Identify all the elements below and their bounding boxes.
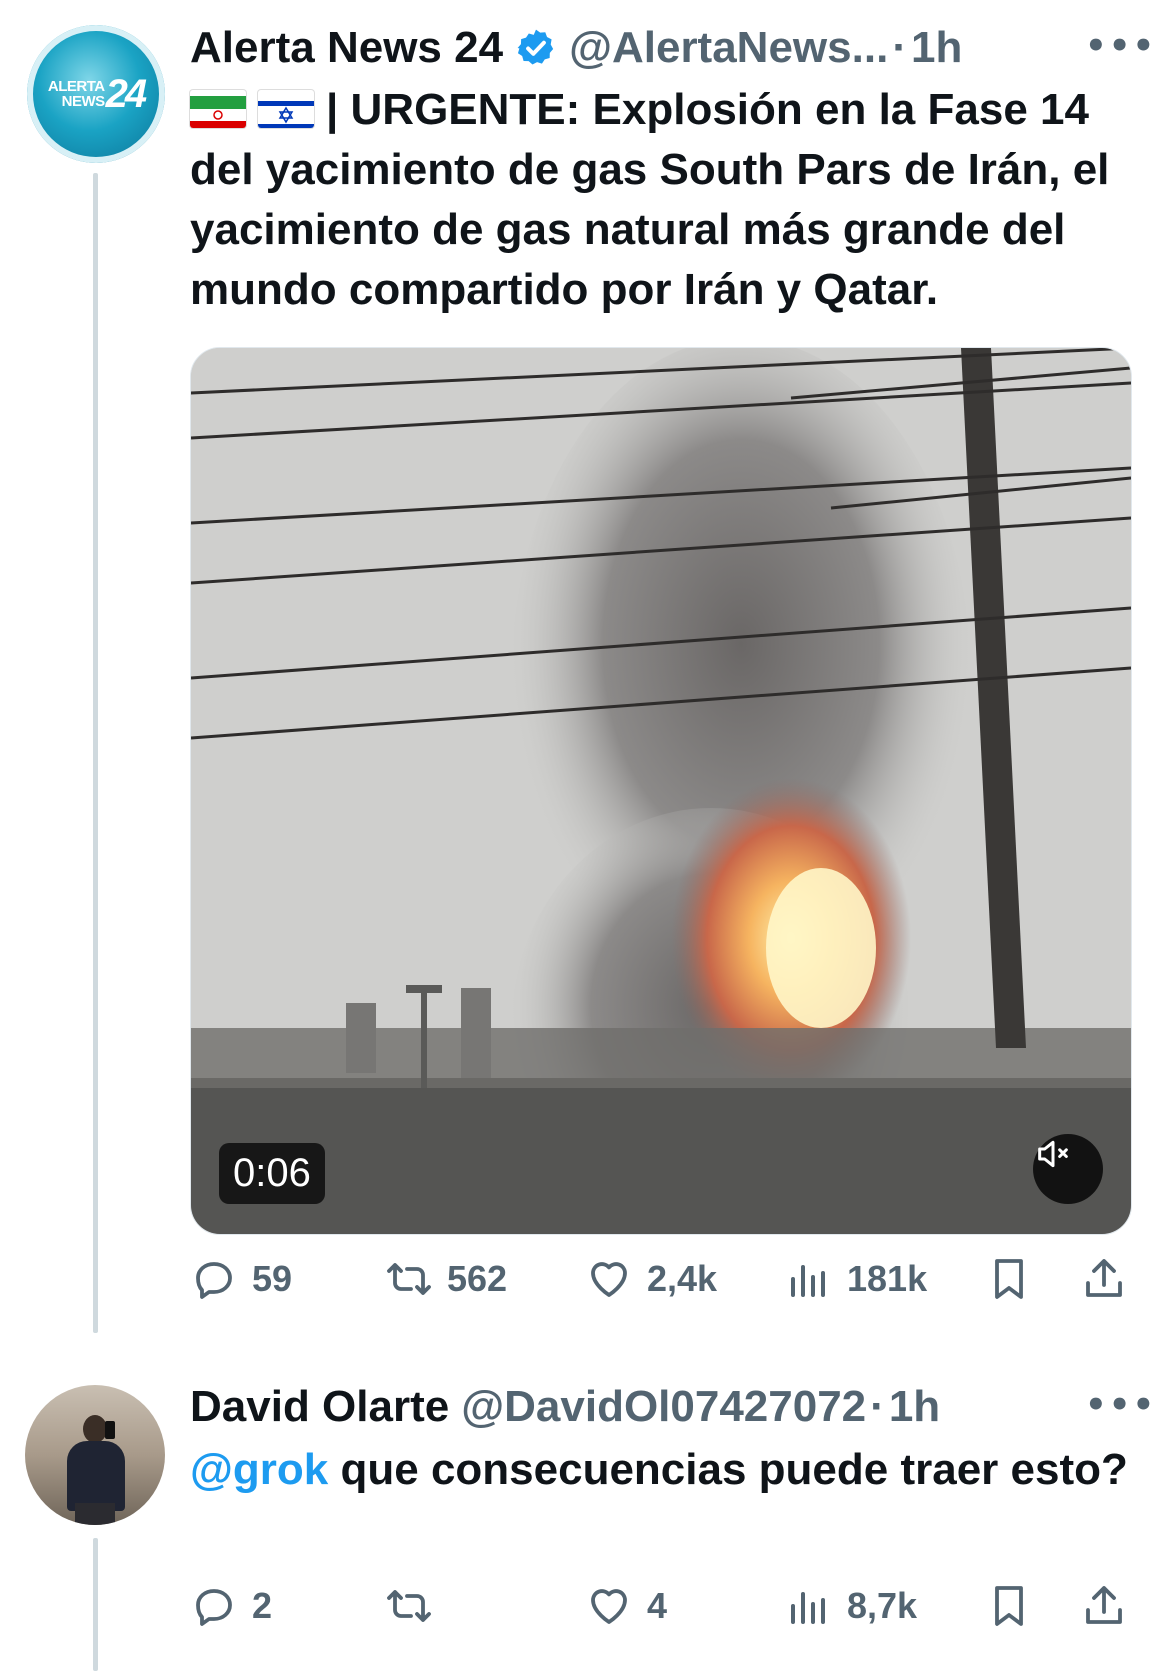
repost-icon (387, 1590, 431, 1622)
avatar[interactable]: ALERTA NEWS 24 (27, 25, 165, 163)
reply-icon (196, 1589, 232, 1626)
bookmark-button[interactable] (985, 1582, 1033, 1630)
heart-icon (591, 1262, 627, 1297)
iran-flag-icon (190, 90, 246, 128)
heart-icon (591, 1589, 627, 1624)
verified-badge-icon (517, 29, 554, 65)
avatar-figure (75, 1503, 115, 1525)
views-button[interactable]: 181k (785, 1255, 927, 1303)
more-options-icon[interactable]: ••• (1085, 26, 1155, 66)
share-icon (1086, 1586, 1122, 1624)
share-icon (1086, 1259, 1122, 1297)
author-handle[interactable]: @AlertaNews... (569, 26, 888, 70)
tweet-actions: 59 562 2,4k 181k (190, 1255, 1130, 1315)
author-name[interactable]: Alerta News 24 (190, 26, 503, 70)
like-button[interactable]: 4 (585, 1582, 667, 1630)
repost-button[interactable]: 562 (385, 1255, 507, 1303)
author-handle[interactable]: @DavidOl07427072 (461, 1385, 866, 1429)
like-button[interactable]: 2,4k (585, 1255, 717, 1303)
separator-dot: · (870, 1382, 885, 1431)
repost-button[interactable] (385, 1582, 433, 1630)
timestamp[interactable]: 1h (889, 1385, 940, 1429)
mute-button[interactable] (1033, 1134, 1103, 1204)
tweet-header: Alerta News 24 @AlertaNews... · 1h (190, 26, 962, 70)
tweet-text: | URGENTE: Explosión en la Fase 14 del y… (190, 80, 1130, 320)
views-chart-icon (791, 1265, 825, 1297)
views-count: 8,7k (847, 1585, 918, 1626)
tweet-text: @grok que consecuencias puede traer esto… (190, 1440, 1130, 1500)
share-button[interactable] (1080, 1255, 1128, 1303)
thread-line (93, 173, 98, 1333)
tweet-header: David Olarte @DavidOl07427072 · 1h (190, 1385, 940, 1429)
repost-count: 562 (447, 1258, 508, 1299)
timestamp[interactable]: 1h (911, 26, 962, 70)
tweet-actions: 2 4 8,7k (190, 1582, 1130, 1642)
video-player[interactable]: 0:06 (190, 347, 1132, 1235)
tweet-body: | URGENTE: Explosión en la Fase 14 del y… (190, 85, 1110, 314)
avatar[interactable] (25, 1385, 165, 1525)
bookmark-icon (995, 1586, 1023, 1626)
views-count: 181k (847, 1258, 928, 1299)
separator-dot: · (892, 23, 907, 72)
alerta-news-logo: ALERTA NEWS 24 (47, 72, 147, 116)
speaker-muted-icon (1038, 1140, 1068, 1168)
avatar-figure (83, 1415, 107, 1443)
logo-number: 24 (105, 72, 147, 116)
logo-word: NEWS (61, 93, 106, 110)
like-count: 2,4k (647, 1258, 718, 1299)
logo-word: ALERTA (47, 78, 105, 95)
reply-icon (196, 1262, 232, 1299)
author-name[interactable]: David Olarte (190, 1385, 449, 1429)
views-button[interactable]: 8,7k (785, 1582, 917, 1630)
repost-icon (387, 1263, 431, 1295)
reply-count: 59 (252, 1258, 293, 1299)
avatar-figure (105, 1421, 115, 1439)
video-frame (191, 348, 1131, 1234)
more-options-icon[interactable]: ••• (1085, 1385, 1155, 1425)
reply-button[interactable]: 2 (190, 1582, 272, 1630)
mention-link[interactable]: @grok (190, 1445, 328, 1494)
reply-button[interactable]: 59 (190, 1255, 292, 1303)
avatar-figure (67, 1441, 125, 1511)
reply-count: 2 (252, 1585, 273, 1626)
bookmark-icon (995, 1259, 1023, 1299)
views-chart-icon (791, 1592, 825, 1624)
bookmark-button[interactable] (985, 1255, 1033, 1303)
israel-flag-icon (258, 90, 314, 128)
tweet-body: que consecuencias puede traer esto? (328, 1445, 1128, 1494)
video-duration: 0:06 (219, 1143, 325, 1204)
thread-line (93, 1538, 98, 1671)
share-button[interactable] (1080, 1582, 1128, 1630)
like-count: 4 (647, 1585, 668, 1626)
